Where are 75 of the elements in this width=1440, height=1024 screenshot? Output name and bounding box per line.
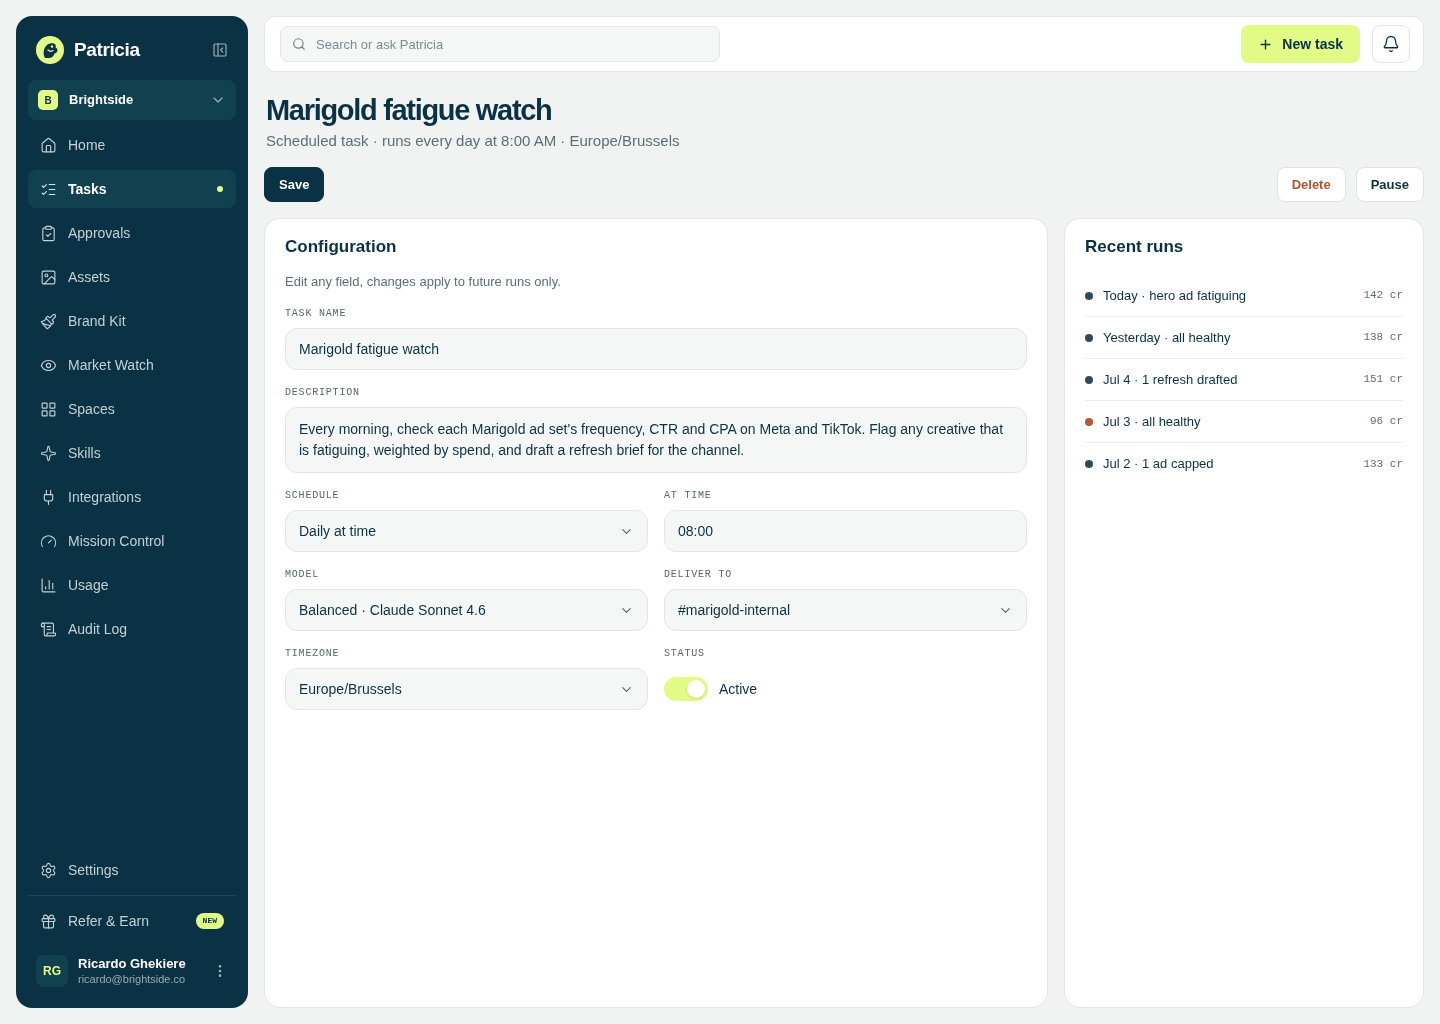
settings-icon	[40, 861, 57, 879]
page-subtitle: Scheduled task · runs every day at 8:00 AM · Europe/Brussels	[266, 131, 681, 151]
nav-item[interactable]: Mission Control	[28, 522, 236, 560]
status-toggle[interactable]	[664, 677, 708, 701]
nav-item[interactable]: Skills	[28, 434, 236, 472]
nav-item[interactable]: Assets	[28, 258, 236, 296]
card-hint: Edit any field, changes apply to future runs only.	[285, 273, 562, 291]
sparkle-icon	[40, 444, 57, 462]
run-label: Jul 4 · 1 refresh drafted	[1103, 370, 1238, 389]
select-field[interactable]: #marigold-internal	[664, 589, 1027, 631]
brand-name: Patricia	[74, 37, 140, 62]
nav-item[interactable]: Usage	[28, 566, 236, 604]
field-label: DELIVER TO	[664, 568, 733, 582]
run-credits: 138 cr	[1363, 330, 1403, 346]
search-icon	[292, 37, 306, 51]
workspace-avatar: B	[38, 90, 58, 110]
description-field[interactable]: Every morning, check each Marigold ad set's frequency, CTR and CPA on Meta and TikTok. Flag any creative that is fatiguing, weighted by spend, and draft a refresh brief for the channel.	[285, 407, 1027, 473]
gauge-icon	[40, 532, 57, 550]
nav-item[interactable]: Spaces	[28, 390, 236, 428]
notifications-button[interactable]	[1372, 25, 1410, 63]
scroll-icon	[40, 620, 57, 638]
page-title: Marigold fatigue watch	[266, 93, 553, 128]
field-label: TASK NAME	[285, 307, 348, 321]
paintbrush-icon	[40, 312, 57, 330]
workspace-switcher[interactable]: B Brightside	[28, 80, 236, 120]
card-title: Recent runs	[1085, 236, 1185, 258]
user-email: ricardo@brightside.co	[78, 972, 186, 987]
grid-icon	[40, 400, 57, 418]
nav-item[interactable]: Market Watch	[28, 346, 236, 384]
field-label: AT TIME	[664, 489, 713, 503]
run-credits: 151 cr	[1363, 372, 1403, 388]
field-label: SCHEDULE	[285, 489, 341, 503]
plus-icon	[1258, 36, 1274, 52]
gift-icon	[40, 912, 57, 930]
run-label: Jul 3 · all healthy	[1103, 412, 1201, 431]
image-icon	[40, 268, 57, 286]
collapse-sidebar-icon[interactable]	[212, 42, 228, 58]
nav-item[interactable]: Refer & Earn NEW	[28, 902, 236, 940]
bar-chart-icon	[40, 576, 57, 594]
select-field[interactable]: Balanced · Claude Sonnet 4.6	[285, 589, 648, 631]
user-avatar: RG	[36, 955, 68, 987]
run-label: Jul 2 · 1 ad capped	[1103, 455, 1214, 474]
bell-icon	[1382, 35, 1400, 53]
nav-item[interactable]: Integrations	[28, 478, 236, 516]
logo-icon	[36, 36, 64, 64]
field-label: TIMEZONE	[285, 647, 341, 661]
nav-item[interactable]: Tasks	[28, 170, 236, 208]
field-label: DESCRIPTION	[285, 386, 361, 400]
search-field[interactable]: Search or ask Patricia	[280, 26, 720, 62]
clipboard-check-icon	[40, 224, 57, 242]
select-field[interactable]: Europe/Brussels	[285, 668, 648, 710]
field-label: MODEL	[285, 568, 320, 582]
text-field[interactable]: 08:00	[664, 510, 1027, 552]
nav-item[interactable]: Audit Log	[28, 610, 236, 648]
run-credits: 96 cr	[1370, 414, 1403, 430]
nav-item[interactable]: Home	[28, 126, 236, 164]
run-label: Today · hero ad fatiguing	[1103, 286, 1247, 305]
new-task-button[interactable]: New task	[1241, 25, 1360, 63]
nav-item[interactable]: Brand Kit	[28, 302, 236, 340]
save-button[interactable]: Save	[264, 167, 325, 202]
run-label: Yesterday · all healthy	[1103, 328, 1231, 347]
nav-item[interactable]: Approvals	[28, 214, 236, 252]
run-credits: 133 cr	[1363, 456, 1403, 472]
field-label: STATUS	[664, 647, 706, 661]
run-credits: 142 cr	[1363, 288, 1403, 304]
home-icon	[40, 136, 57, 154]
select-field[interactable]: Daily at time	[285, 510, 648, 552]
toggle-label: Active	[719, 679, 758, 699]
delete-button[interactable]: Delete	[1276, 167, 1346, 202]
text-field[interactable]: Marigold fatigue watch	[285, 328, 1027, 370]
nav-item[interactable]: Settings	[28, 851, 236, 889]
new-badge: NEW	[195, 913, 224, 929]
user-name: Ricardo Ghekiere	[78, 955, 186, 972]
card-title: Configuration	[285, 236, 398, 258]
pause-button[interactable]: Pause	[1355, 167, 1424, 202]
